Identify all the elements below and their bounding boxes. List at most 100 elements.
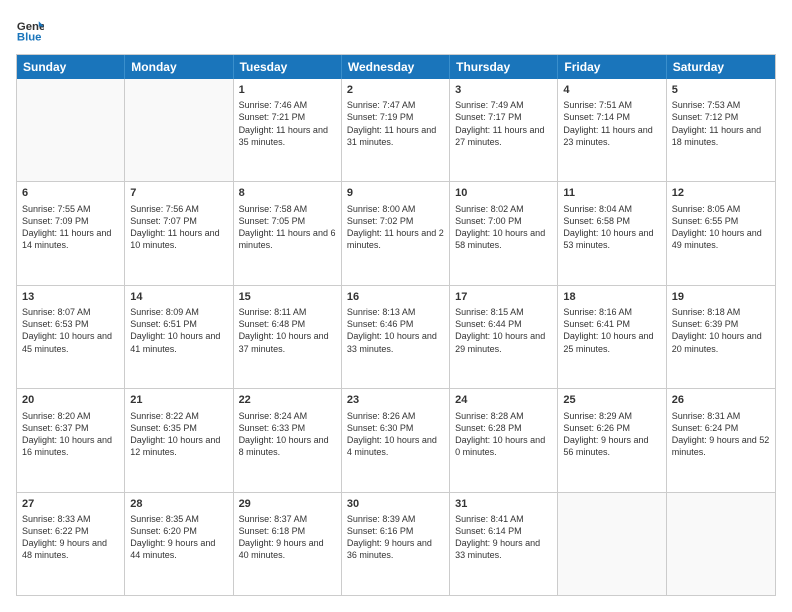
calendar-header: SundayMondayTuesdayWednesdayThursdayFrid… (17, 55, 775, 79)
cell-info: Sunrise: 8:33 AMSunset: 6:22 PMDaylight:… (22, 513, 119, 562)
weekday-header: Thursday (450, 55, 558, 79)
weekday-header: Tuesday (234, 55, 342, 79)
calendar-cell: 1Sunrise: 7:46 AMSunset: 7:21 PMDaylight… (234, 79, 342, 181)
calendar-cell: 28Sunrise: 8:35 AMSunset: 6:20 PMDayligh… (125, 493, 233, 595)
cell-info: Sunrise: 8:15 AMSunset: 6:44 PMDaylight:… (455, 306, 552, 355)
calendar-cell: 12Sunrise: 8:05 AMSunset: 6:55 PMDayligh… (667, 182, 775, 284)
calendar-cell: 5Sunrise: 7:53 AMSunset: 7:12 PMDaylight… (667, 79, 775, 181)
cell-info: Sunrise: 8:18 AMSunset: 6:39 PMDaylight:… (672, 306, 770, 355)
calendar-cell: 16 Sunrise: 8:13 AMSunset: 6:46 PMDayligh… (342, 286, 450, 388)
page: General Blue SundayMondayTuesdayWednesda… (0, 0, 792, 612)
cell-info: Sunrise: 8:37 AMSunset: 6:18 PMDaylight:… (239, 513, 336, 562)
cell-info: Sunrise: 7:49 AMSunset: 7:17 PMDaylight:… (455, 99, 552, 148)
cell-info: Sunrise: 7:47 AMSunset: 7:19 PMDaylight:… (347, 99, 444, 148)
calendar-cell (667, 493, 775, 595)
day-number: 17 (455, 290, 552, 304)
cell-info: Sunrise: 8:28 AMSunset: 6:28 PMDaylight:… (455, 410, 552, 459)
calendar-row: 6Sunrise: 7:55 AMSunset: 7:09 PMDaylight… (17, 182, 775, 285)
calendar-row: 1Sunrise: 7:46 AMSunset: 7:21 PMDaylight… (17, 79, 775, 182)
cell-info: Sunrise: 7:58 AMSunset: 7:05 PMDaylight:… (239, 203, 336, 252)
calendar-cell: 13 Sunrise: 8:07 AMSunset: 6:53 PMDayligh… (17, 286, 125, 388)
day-number: 27 (22, 497, 119, 511)
cell-info: Sunrise: 8:24 AMSunset: 6:33 PMDaylight:… (239, 410, 336, 459)
calendar-cell (17, 79, 125, 181)
calendar-cell (125, 79, 233, 181)
cell-info: Sunrise: 8:04 AMSunset: 6:58 PMDaylight:… (563, 203, 660, 252)
calendar-cell: 15Sunrise: 8:11 AMSunset: 6:48 PMDayligh… (234, 286, 342, 388)
calendar-cell: 2 Sunrise: 7:47 AMSunset: 7:19 PMDaylight… (342, 79, 450, 181)
day-number: 16 (347, 290, 444, 304)
cell-info: Sunrise: 8:05 AMSunset: 6:55 PMDaylight:… (672, 203, 770, 252)
calendar-cell: 21 Sunrise: 8:22 AMSunset: 6:35 PMDayligh… (125, 389, 233, 491)
day-number: 1 (239, 83, 336, 97)
day-number: 19 (672, 290, 770, 304)
weekday-header: Sunday (17, 55, 125, 79)
cell-info: Sunrise: 8:41 AMSunset: 6:14 PMDaylight:… (455, 513, 552, 562)
calendar-row: 13 Sunrise: 8:07 AMSunset: 6:53 PMDayligh… (17, 286, 775, 389)
day-number: 22 (239, 393, 336, 407)
cell-info: Sunrise: 8:20 AMSunset: 6:37 PMDaylight:… (22, 410, 119, 459)
calendar-cell: 17 Sunrise: 8:15 AMSunset: 6:44 PMDayligh… (450, 286, 558, 388)
day-number: 25 (563, 393, 660, 407)
day-number: 2 (347, 83, 444, 97)
cell-info: Sunrise: 8:09 AMSunset: 6:51 PMDaylight:… (130, 306, 227, 355)
calendar-cell: 6Sunrise: 7:55 AMSunset: 7:09 PMDaylight… (17, 182, 125, 284)
cell-info: Sunrise: 8:13 AMSunset: 6:46 PMDaylight:… (347, 306, 444, 355)
cell-info: Sunrise: 8:29 AMSunset: 6:26 PMDaylight:… (563, 410, 660, 459)
calendar-cell: 23 Sunrise: 8:26 AMSunset: 6:30 PMDayligh… (342, 389, 450, 491)
calendar-cell: 10 Sunrise: 8:02 AMSunset: 7:00 PMDayligh… (450, 182, 558, 284)
calendar-cell: 8 Sunrise: 7:58 AMSunset: 7:05 PMDaylight… (234, 182, 342, 284)
calendar-cell: 31Sunrise: 8:41 AMSunset: 6:14 PMDayligh… (450, 493, 558, 595)
calendar-cell: 30Sunrise: 8:39 AMSunset: 6:16 PMDayligh… (342, 493, 450, 595)
calendar-cell: 18 Sunrise: 8:16 AMSunset: 6:41 PMDayligh… (558, 286, 666, 388)
calendar-row: 27 Sunrise: 8:33 AMSunset: 6:22 PMDayligh… (17, 493, 775, 595)
day-number: 8 (239, 186, 336, 200)
calendar-cell: 20 Sunrise: 8:20 AMSunset: 6:37 PMDayligh… (17, 389, 125, 491)
calendar-cell: 14Sunrise: 8:09 AMSunset: 6:51 PMDayligh… (125, 286, 233, 388)
day-number: 20 (22, 393, 119, 407)
day-number: 10 (455, 186, 552, 200)
day-number: 26 (672, 393, 770, 407)
day-number: 4 (563, 83, 660, 97)
cell-info: Sunrise: 7:51 AMSunset: 7:14 PMDaylight:… (563, 99, 660, 148)
logo: General Blue (16, 16, 48, 44)
calendar: SundayMondayTuesdayWednesdayThursdayFrid… (16, 54, 776, 596)
cell-info: Sunrise: 8:11 AMSunset: 6:48 PMDaylight:… (239, 306, 336, 355)
weekday-header: Friday (558, 55, 666, 79)
day-number: 21 (130, 393, 227, 407)
day-number: 23 (347, 393, 444, 407)
day-number: 13 (22, 290, 119, 304)
calendar-cell: 24 Sunrise: 8:28 AMSunset: 6:28 PMDayligh… (450, 389, 558, 491)
calendar-cell: 9 Sunrise: 8:00 AMSunset: 7:02 PMDaylight… (342, 182, 450, 284)
calendar-cell: 11Sunrise: 8:04 AMSunset: 6:58 PMDayligh… (558, 182, 666, 284)
cell-info: Sunrise: 8:07 AMSunset: 6:53 PMDaylight:… (22, 306, 119, 355)
calendar-row: 20 Sunrise: 8:20 AMSunset: 6:37 PMDayligh… (17, 389, 775, 492)
cell-info: Sunrise: 8:26 AMSunset: 6:30 PMDaylight:… (347, 410, 444, 459)
cell-info: Sunrise: 7:56 AMSunset: 7:07 PMDaylight:… (130, 203, 227, 252)
weekday-header: Saturday (667, 55, 775, 79)
cell-info: Sunrise: 7:53 AMSunset: 7:12 PMDaylight:… (672, 99, 770, 148)
weekday-header: Wednesday (342, 55, 450, 79)
weekday-header: Monday (125, 55, 233, 79)
day-number: 30 (347, 497, 444, 511)
cell-info: Sunrise: 8:22 AMSunset: 6:35 PMDaylight:… (130, 410, 227, 459)
day-number: 29 (239, 497, 336, 511)
day-number: 3 (455, 83, 552, 97)
cell-info: Sunrise: 8:00 AMSunset: 7:02 PMDaylight:… (347, 203, 444, 252)
calendar-cell: 19 Sunrise: 8:18 AMSunset: 6:39 PMDayligh… (667, 286, 775, 388)
day-number: 24 (455, 393, 552, 407)
day-number: 7 (130, 186, 227, 200)
day-number: 6 (22, 186, 119, 200)
calendar-cell: 7 Sunrise: 7:56 AMSunset: 7:07 PMDaylight… (125, 182, 233, 284)
cell-info: Sunrise: 8:31 AMSunset: 6:24 PMDaylight:… (672, 410, 770, 459)
calendar-cell: 3 Sunrise: 7:49 AMSunset: 7:17 PMDaylight… (450, 79, 558, 181)
day-number: 18 (563, 290, 660, 304)
calendar-body: 1Sunrise: 7:46 AMSunset: 7:21 PMDaylight… (17, 79, 775, 595)
calendar-cell: 25 Sunrise: 8:29 AMSunset: 6:26 PMDayligh… (558, 389, 666, 491)
cell-info: Sunrise: 8:16 AMSunset: 6:41 PMDaylight:… (563, 306, 660, 355)
calendar-cell: 27 Sunrise: 8:33 AMSunset: 6:22 PMDayligh… (17, 493, 125, 595)
day-number: 9 (347, 186, 444, 200)
cell-info: Sunrise: 8:02 AMSunset: 7:00 PMDaylight:… (455, 203, 552, 252)
calendar-cell (558, 493, 666, 595)
header: General Blue (16, 16, 776, 44)
